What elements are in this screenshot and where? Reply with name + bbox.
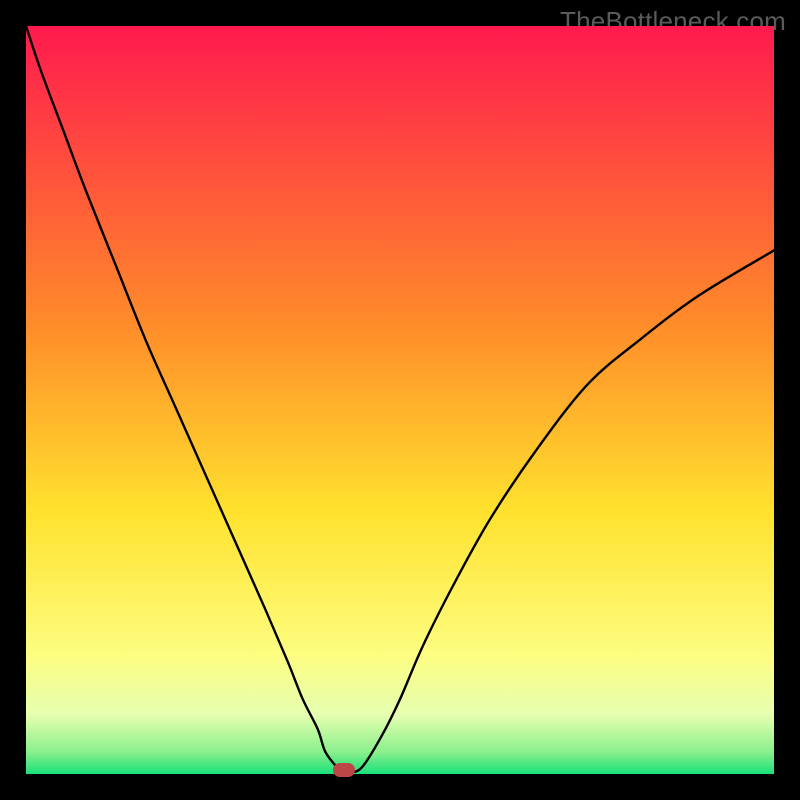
plot-area xyxy=(26,26,774,774)
bottleneck-curve xyxy=(26,26,774,774)
highlight-marker xyxy=(333,763,355,777)
chart-frame: TheBottleneck.com xyxy=(0,0,800,800)
